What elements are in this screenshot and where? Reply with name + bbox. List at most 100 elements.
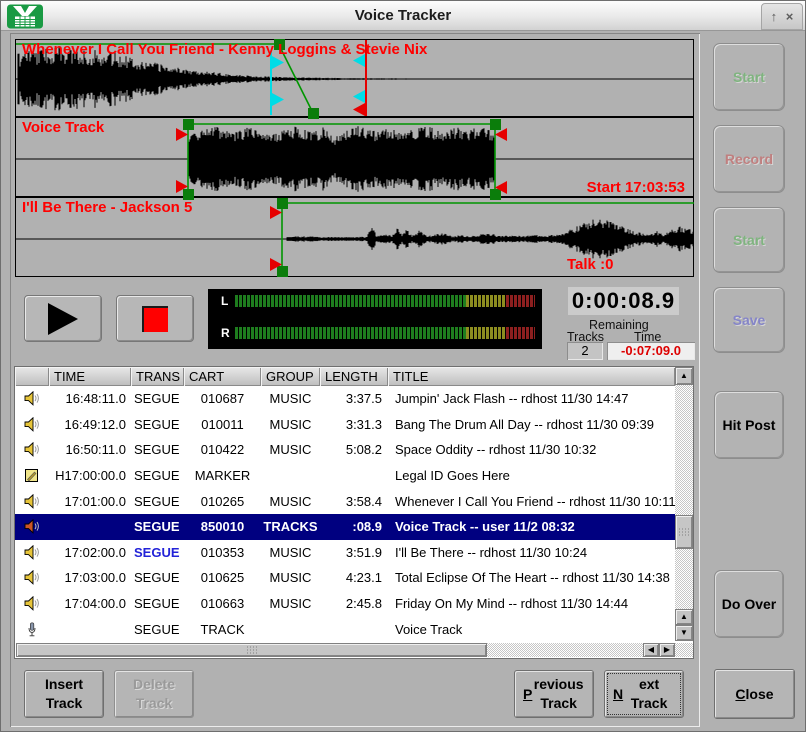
- column-header[interactable]: [15, 367, 49, 386]
- track1-title: Whenever I Call You Friend - Kenny Loggi…: [22, 41, 427, 58]
- table-row[interactable]: H17:00:00.0SEGUEMARKERLegal ID Goes Here: [15, 463, 675, 489]
- cell-length: 3:51.9: [320, 545, 388, 560]
- audio-level-meter: L -30-25-20-15-10-50+8 R: [208, 289, 542, 349]
- delete-track-button[interactable]: Delete Track: [114, 670, 194, 718]
- cell-trans: SEGUE: [131, 596, 184, 611]
- meter-right-label: R: [221, 326, 230, 340]
- start-button-bottom[interactable]: Start: [713, 207, 785, 273]
- play-button[interactable]: [24, 295, 102, 342]
- column-header[interactable]: LENGTH: [320, 367, 388, 386]
- speaker-icon: [15, 570, 49, 585]
- waveform-track-1[interactable]: Whenever I Call You Friend - Kenny Loggi…: [15, 39, 694, 117]
- remaining-time-value: -0:07:09.0: [607, 342, 695, 360]
- cell-trans: SEGUE: [131, 417, 184, 432]
- track3-title: I'll Be There - Jackson 5: [22, 199, 192, 216]
- v-scrollbar-thumb[interactable]: [675, 515, 693, 549]
- cell-group: TRACKS: [261, 519, 320, 534]
- cell-group: MUSIC: [261, 417, 320, 432]
- scrollbar-corner: [675, 643, 693, 657]
- cell-group: MUSIC: [261, 442, 320, 457]
- table-row[interactable]: 17:01:00.0SEGUE010265MUSIC3:58.4Whenever…: [15, 488, 675, 514]
- waveform-track-2[interactable]: Voice Track Start 17:03:53: [15, 117, 694, 197]
- column-header[interactable]: TITLE: [388, 367, 675, 386]
- next-track-button[interactable]: Next Track: [604, 670, 684, 718]
- cell-group: MUSIC: [261, 494, 320, 509]
- speaker-icon: [15, 442, 49, 457]
- column-header[interactable]: GROUP: [261, 367, 320, 386]
- cell-title: Voice Track -- user 11/2 08:32: [388, 519, 675, 534]
- v-scrollbar-track[interactable]: [675, 385, 693, 609]
- hit-post-button[interactable]: Hit Post: [714, 391, 784, 459]
- maximize-icon[interactable]: ↑: [771, 10, 778, 23]
- table-row[interactable]: 16:48:11.0SEGUE010687MUSIC3:37.5Jumpin' …: [15, 386, 675, 412]
- scroll-down-button[interactable]: ▼: [675, 625, 693, 641]
- close-button[interactable]: Close: [714, 669, 795, 719]
- table-row[interactable]: 17:04:00.0SEGUE010663MUSIC2:45.8Friday O…: [15, 591, 675, 617]
- cell-trans: SEGUE: [131, 468, 184, 483]
- voice-tracker-window: Voice Tracker ↑ × Whenever I Call You Fr…: [0, 0, 806, 732]
- track2-start-annotation: Start 17:03:53: [587, 179, 685, 196]
- window-close-icon[interactable]: ×: [786, 10, 794, 23]
- cell-time: 17:02:00.0: [49, 545, 131, 560]
- start-button-top[interactable]: Start: [713, 43, 785, 111]
- table-row[interactable]: 17:03:00.0SEGUE010625MUSIC4:23.1Total Ec…: [15, 565, 675, 591]
- cell-cart: 010353: [184, 545, 261, 560]
- insert-track-button[interactable]: Insert Track: [24, 670, 104, 718]
- cell-time: H17:00:00.0: [49, 468, 131, 483]
- log-table-header[interactable]: TIMETRANSCARTGROUPLENGTHTITLE: [15, 367, 675, 386]
- cell-cart: 010011: [184, 417, 261, 432]
- mic-icon: [15, 622, 49, 637]
- play-icon: [48, 303, 78, 335]
- cell-cart: 010687: [184, 391, 261, 406]
- scroll-up-button[interactable]: ▲: [675, 367, 693, 385]
- cell-time: 17:04:00.0: [49, 596, 131, 611]
- h-scrollbar-track[interactable]: [487, 643, 643, 657]
- stop-button[interactable]: [116, 295, 194, 342]
- cell-title: Bang The Drum All Day -- rdhost 11/30 09…: [388, 417, 675, 432]
- cell-cart: 010422: [184, 442, 261, 457]
- cell-trans: SEGUE: [131, 494, 184, 509]
- cell-time: 17:01:00.0: [49, 494, 131, 509]
- cell-time: 17:03:00.0: [49, 570, 131, 585]
- column-header[interactable]: TRANS: [131, 367, 184, 386]
- h-scrollbar-thumb[interactable]: [16, 643, 487, 657]
- window-title: Voice Tracker: [1, 1, 805, 31]
- log-table: TIMETRANSCARTGROUPLENGTHTITLE 16:48:11.0…: [14, 366, 694, 659]
- waveform-track-3[interactable]: I'll Be There - Jackson 5 Talk :0: [15, 197, 694, 277]
- column-header[interactable]: TIME: [49, 367, 131, 386]
- cell-length: 3:31.3: [320, 417, 388, 432]
- table-row[interactable]: 16:50:11.0SEGUE010422MUSIC5:08.2Space Od…: [15, 437, 675, 463]
- left-arrow-icon: ◀: [648, 646, 654, 654]
- cell-title: Jumpin' Jack Flash -- rdhost 11/30 14:47: [388, 391, 675, 406]
- scroll-left-button[interactable]: ◀: [643, 643, 659, 657]
- titlebar[interactable]: Voice Tracker ↑ ×: [1, 1, 805, 31]
- speaker-icon: [15, 596, 49, 611]
- table-row[interactable]: SEGUETRACKVoice Track: [15, 616, 675, 642]
- cell-title: Total Eclipse Of The Heart -- rdhost 11/…: [388, 570, 675, 585]
- cell-trans: SEGUE: [131, 391, 184, 406]
- cell-group: MUSIC: [261, 570, 320, 585]
- table-row[interactable]: 17:02:00.0SEGUE010353MUSIC3:51.9I'll Be …: [15, 540, 675, 566]
- scroll-right-button[interactable]: ▶: [659, 643, 675, 657]
- speaker-icon: [15, 417, 49, 432]
- scroll-up-button-2[interactable]: ▲: [675, 609, 693, 625]
- save-button[interactable]: Save: [713, 287, 785, 353]
- do-over-button[interactable]: Do Over: [714, 570, 784, 638]
- cell-time: 16:50:11.0: [49, 442, 131, 457]
- previous-track-button[interactable]: Previous Track: [514, 670, 594, 718]
- cell-time: 16:49:12.0: [49, 417, 131, 432]
- table-row[interactable]: SEGUE850010TRACKS:08.9Voice Track -- use…: [15, 514, 675, 540]
- record-button[interactable]: Record: [713, 125, 785, 193]
- cell-length: 3:37.5: [320, 391, 388, 406]
- up-arrow-icon: ▲: [680, 613, 688, 621]
- column-header[interactable]: CART: [184, 367, 261, 386]
- cell-title: Whenever I Call You Friend -- rdhost 11/…: [388, 494, 675, 509]
- cell-length: 5:08.2: [320, 442, 388, 457]
- cell-title: Legal ID Goes Here: [388, 468, 675, 483]
- cell-cart: 010663: [184, 596, 261, 611]
- table-row[interactable]: 16:49:12.0SEGUE010011MUSIC3:31.3Bang The…: [15, 412, 675, 438]
- track3-talk-annotation: Talk :0: [567, 256, 613, 273]
- cell-trans: SEGUE: [131, 570, 184, 585]
- cell-title: Friday On My Mind -- rdhost 11/30 14:44: [388, 596, 675, 611]
- speaker-icon: [15, 391, 49, 406]
